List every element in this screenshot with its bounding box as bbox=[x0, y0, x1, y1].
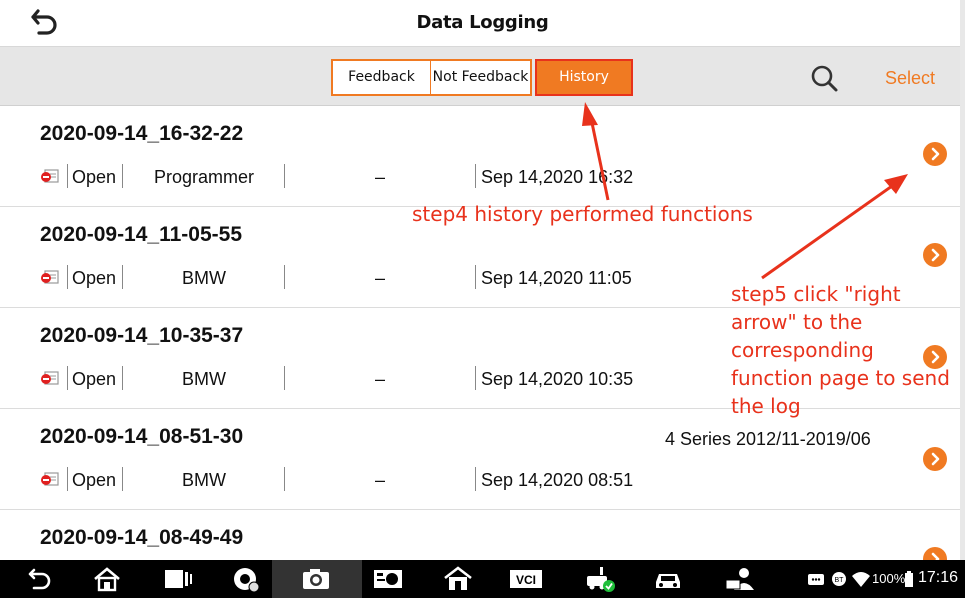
log-status-icon bbox=[40, 471, 60, 487]
divider bbox=[67, 366, 68, 390]
divider bbox=[284, 164, 285, 188]
battery-icon bbox=[903, 564, 915, 594]
camera-icon[interactable] bbox=[298, 564, 334, 594]
log-status: Open bbox=[72, 167, 117, 187]
log-vehicle: BMW bbox=[182, 268, 226, 288]
status-clock: 17:16 bbox=[918, 569, 959, 586]
wifi-icon bbox=[850, 564, 872, 594]
log-title: 2020-09-14_08-51-30 bbox=[40, 425, 244, 448]
recent-apps-icon[interactable] bbox=[160, 564, 196, 594]
chevron-right-icon[interactable] bbox=[923, 447, 947, 471]
log-title: 2020-09-14_11-05-55 bbox=[40, 223, 243, 246]
nav-back-icon[interactable] bbox=[20, 564, 56, 594]
log-vehicle: Programmer bbox=[153, 167, 255, 187]
svg-text:VCI: VCI bbox=[516, 573, 536, 587]
tab-history[interactable]: History bbox=[535, 59, 633, 96]
log-date: Sep 14,2020 10:35 bbox=[481, 369, 634, 389]
notification-icon bbox=[806, 564, 826, 594]
divider bbox=[284, 467, 285, 491]
log-title: 2020-09-14_16-32-22 bbox=[40, 122, 244, 145]
divider bbox=[67, 164, 68, 188]
log-date: Sep 14,2020 08:51 bbox=[481, 470, 634, 490]
divider bbox=[67, 265, 68, 289]
annotation-step5: step5 click "right arrow" to the corresp… bbox=[731, 282, 950, 418]
divider bbox=[284, 265, 285, 289]
vehicle-connect-icon[interactable] bbox=[582, 564, 618, 594]
log-status: Open bbox=[72, 470, 117, 490]
log-dash: – bbox=[374, 369, 385, 389]
divider bbox=[122, 467, 123, 491]
home-icon[interactable] bbox=[89, 564, 125, 594]
divider bbox=[475, 366, 476, 390]
divider bbox=[475, 265, 476, 289]
log-row[interactable]: 2020-09-14_08-49-49 bbox=[0, 510, 960, 560]
divider bbox=[67, 467, 68, 491]
remote-support-icon[interactable] bbox=[722, 564, 758, 594]
workshop-home-icon[interactable] bbox=[440, 564, 476, 594]
log-status: Open bbox=[72, 369, 117, 389]
divider bbox=[475, 164, 476, 188]
log-vehicle: BMW bbox=[182, 369, 226, 389]
log-title: 2020-09-14_08-49-49 bbox=[40, 526, 244, 549]
log-date: Sep 14,2020 16:32 bbox=[481, 167, 634, 187]
battery-percent: 100% bbox=[872, 571, 906, 586]
log-status-icon bbox=[40, 168, 60, 184]
divider bbox=[122, 366, 123, 390]
log-row[interactable]: 2020-09-14_08-51-30 4 Series 2012/11-201… bbox=[0, 409, 960, 510]
log-status-icon bbox=[40, 370, 60, 386]
log-status: Open bbox=[72, 268, 117, 288]
header-bar: Data Logging bbox=[0, 0, 965, 47]
car-icon[interactable] bbox=[650, 564, 686, 594]
browser-icon[interactable] bbox=[228, 564, 264, 594]
chevron-right-icon[interactable] bbox=[923, 243, 947, 267]
divider bbox=[475, 467, 476, 491]
log-vehicle: BMW bbox=[182, 470, 226, 490]
chevron-right-icon[interactable] bbox=[923, 547, 947, 560]
divider bbox=[122, 265, 123, 289]
page-title: Data Logging bbox=[416, 12, 549, 33]
divider bbox=[122, 164, 123, 188]
log-status-icon bbox=[40, 269, 60, 285]
tab-not-feedback[interactable]: Not Feedback bbox=[430, 59, 532, 96]
filter-toolbar: Feedback Not Feedback History Select bbox=[0, 47, 960, 106]
log-model: 4 Series 2012/11-2019/06 bbox=[665, 429, 871, 449]
log-dash: – bbox=[374, 268, 385, 288]
divider bbox=[284, 366, 285, 390]
log-dash: – bbox=[374, 470, 385, 490]
log-dash: – bbox=[374, 167, 385, 187]
dashboard-icon[interactable] bbox=[370, 564, 406, 594]
svg-text:BT: BT bbox=[835, 577, 845, 584]
tab-feedback[interactable]: Feedback bbox=[331, 59, 431, 96]
bluetooth-icon: BT bbox=[830, 564, 848, 594]
system-navbar: VCI BT 100% 17:16 bbox=[0, 560, 965, 598]
chevron-right-icon[interactable] bbox=[923, 142, 947, 166]
log-row[interactable]: 2020-09-14_16-32-22 Open Programmer – Se… bbox=[0, 106, 960, 207]
log-date: Sep 14,2020 11:05 bbox=[481, 268, 632, 288]
annotation-step4: step4 history performed functions bbox=[412, 202, 753, 226]
search-icon[interactable] bbox=[810, 64, 840, 94]
vci-icon[interactable]: VCI bbox=[508, 564, 544, 594]
log-title: 2020-09-14_10-35-37 bbox=[40, 324, 244, 347]
select-button[interactable]: Select bbox=[885, 68, 935, 89]
